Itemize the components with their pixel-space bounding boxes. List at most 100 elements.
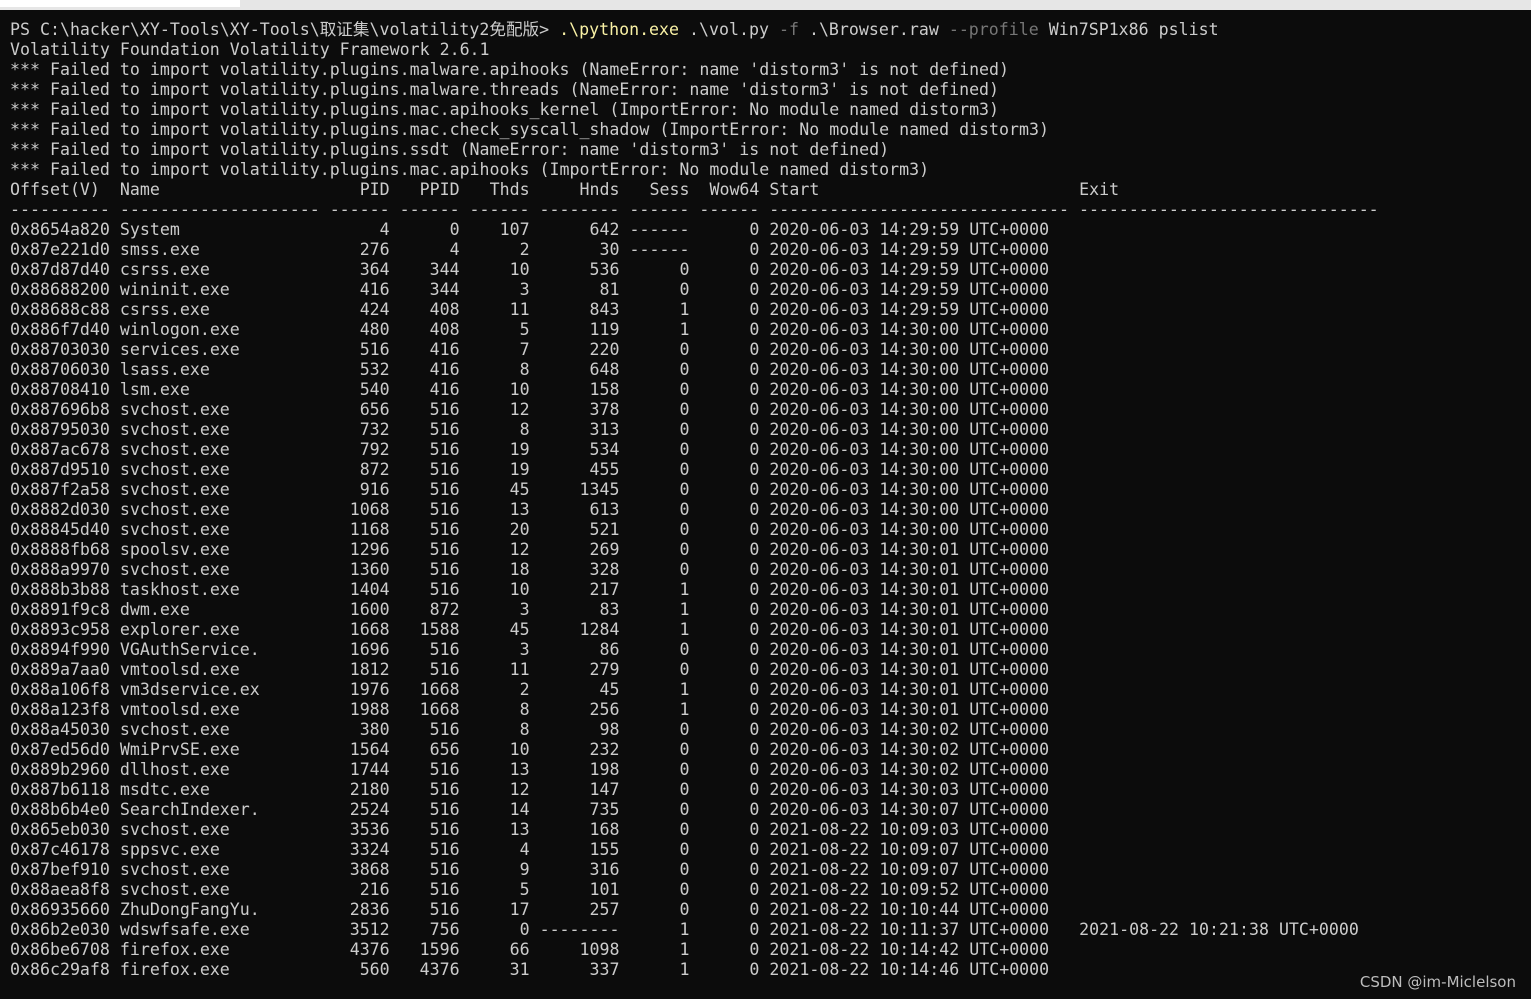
cell-pid: 480 bbox=[329, 320, 390, 339]
cell-pid: 1812 bbox=[329, 660, 390, 679]
cell-name: wininit.exe bbox=[119, 280, 320, 299]
cell-hnds: 119 bbox=[539, 320, 620, 339]
command-token: --profile bbox=[948, 20, 1039, 39]
cell-ppid: 1596 bbox=[399, 940, 460, 959]
cell-start: 2020-06-03 14:30:01 UTC+0000 bbox=[769, 560, 1070, 579]
cell-offsetv: 0x87bef910 bbox=[10, 860, 110, 879]
cell-wow64: 0 bbox=[699, 420, 760, 439]
terminal-output: PS C:\hacker\XY-Tools\XY-Tools\取证集\volat… bbox=[10, 20, 1379, 980]
cell-exit bbox=[1079, 380, 1379, 399]
table-row: 0x8893c958 explorer.exe 1668 1588 45 128… bbox=[10, 620, 1379, 640]
cell-sess: 0 bbox=[629, 280, 690, 299]
cell-thds: 7 bbox=[469, 340, 530, 359]
cell-name: VGAuthService. bbox=[119, 640, 320, 659]
cell-start: 2020-06-03 14:30:00 UTC+0000 bbox=[769, 340, 1070, 359]
cell-hnds: 147 bbox=[539, 780, 620, 799]
cell-name: wdswfsafe.exe bbox=[119, 920, 320, 939]
cell-exit bbox=[1079, 680, 1379, 699]
cell-wow64: 0 bbox=[699, 500, 760, 519]
cell-offsetv: 0x8888fb68 bbox=[10, 540, 110, 559]
cell-start: 2021-08-22 10:10:44 UTC+0000 bbox=[769, 900, 1070, 919]
cell-hnds: 279 bbox=[539, 660, 620, 679]
cell-thds: 14 bbox=[469, 800, 530, 819]
cell-sess: 0 bbox=[629, 560, 690, 579]
cell-name: taskhost.exe bbox=[119, 580, 320, 599]
cell-ppid: 0 bbox=[399, 220, 460, 239]
cell-offsetv: 0x88a123f8 bbox=[10, 700, 110, 719]
cell-hnds: 378 bbox=[539, 400, 620, 419]
cell-ppid: 516 bbox=[399, 840, 460, 859]
cell-wow64: 0 bbox=[699, 780, 760, 799]
cell-ppid: 756 bbox=[399, 920, 460, 939]
cell-wow64: 0 bbox=[699, 700, 760, 719]
column-header: Thds bbox=[469, 180, 530, 199]
cell-name: WmiPrvSE.exe bbox=[119, 740, 320, 759]
cell-ppid: 516 bbox=[399, 860, 460, 879]
cell-start: 2021-08-22 10:09:52 UTC+0000 bbox=[769, 880, 1070, 899]
cell-name: svchost.exe bbox=[119, 500, 320, 519]
cell-wow64: 0 bbox=[699, 600, 760, 619]
cell-hnds: 83 bbox=[539, 600, 620, 619]
cell-thds: 12 bbox=[469, 540, 530, 559]
cell-start: 2020-06-03 14:29:59 UTC+0000 bbox=[769, 240, 1070, 259]
cell-start: 2020-06-03 14:29:59 UTC+0000 bbox=[769, 300, 1070, 319]
cell-thds: 45 bbox=[469, 480, 530, 499]
cell-name: vm3dservice.ex bbox=[119, 680, 320, 699]
cell-offsetv: 0x8654a820 bbox=[10, 220, 110, 239]
cell-start: 2021-08-22 10:09:07 UTC+0000 bbox=[769, 840, 1070, 859]
cell-hnds: 613 bbox=[539, 500, 620, 519]
cell-offsetv: 0x88795030 bbox=[10, 420, 110, 439]
cell-offsetv: 0x88a106f8 bbox=[10, 680, 110, 699]
cell-thds: 8 bbox=[469, 720, 530, 739]
prompt: PS C:\hacker\XY-Tools\XY-Tools\取证集\volat… bbox=[10, 20, 550, 39]
table-row: 0x86be6708 firefox.exe 4376 1596 66 1098… bbox=[10, 940, 1379, 960]
cell-wow64: 0 bbox=[699, 820, 760, 839]
error-line: *** Failed to import volatility.plugins.… bbox=[10, 120, 1049, 139]
cell-offsetv: 0x86935660 bbox=[10, 900, 110, 919]
cell-thds: 13 bbox=[469, 820, 530, 839]
cell-name: svchost.exe bbox=[119, 420, 320, 439]
cell-pid: 1988 bbox=[329, 700, 390, 719]
watermark: CSDN @im-Miclelson bbox=[1359, 973, 1516, 991]
cell-offsetv: 0x887696b8 bbox=[10, 400, 110, 419]
error-line: *** Failed to import volatility.plugins.… bbox=[10, 140, 890, 159]
cell-name: svchost.exe bbox=[119, 400, 320, 419]
cell-offsetv: 0x87d87d40 bbox=[10, 260, 110, 279]
cell-pid: 416 bbox=[329, 280, 390, 299]
cell-ppid: 416 bbox=[399, 340, 460, 359]
table-row: 0x86b2e030 wdswfsafe.exe 3512 756 0 ----… bbox=[10, 920, 1379, 940]
cell-name: lsass.exe bbox=[119, 360, 320, 379]
cell-start: 2020-06-03 14:30:00 UTC+0000 bbox=[769, 380, 1070, 399]
cell-wow64: 0 bbox=[699, 220, 760, 239]
cell-wow64: 0 bbox=[699, 260, 760, 279]
scrollbar-thumb[interactable] bbox=[0, 0, 240, 7]
cell-hnds: 217 bbox=[539, 580, 620, 599]
cell-sess: 0 bbox=[629, 440, 690, 459]
cell-exit bbox=[1079, 220, 1379, 239]
cell-start: 2020-06-03 14:29:59 UTC+0000 bbox=[769, 220, 1070, 239]
cell-pid: 1360 bbox=[329, 560, 390, 579]
cell-thds: 10 bbox=[469, 380, 530, 399]
cell-thds: 3 bbox=[469, 640, 530, 659]
cell-offsetv: 0x865eb030 bbox=[10, 820, 110, 839]
table-row: 0x87c46178 sppsvc.exe 3324 516 4 155 0 0… bbox=[10, 840, 1379, 860]
cell-pid: 1600 bbox=[329, 600, 390, 619]
cell-start: 2020-06-03 14:30:00 UTC+0000 bbox=[769, 400, 1070, 419]
terminal-window[interactable]: PS C:\hacker\XY-Tools\XY-Tools\取证集\volat… bbox=[0, 0, 1531, 999]
cell-name: winlogon.exe bbox=[119, 320, 320, 339]
column-header: Wow64 bbox=[699, 180, 760, 199]
table-row: 0x887ac678 svchost.exe 792 516 19 534 0 … bbox=[10, 440, 1379, 460]
cell-offsetv: 0x8894f990 bbox=[10, 640, 110, 659]
cell-thds: 8 bbox=[469, 420, 530, 439]
cell-thds: 3 bbox=[469, 600, 530, 619]
cell-thds: 17 bbox=[469, 900, 530, 919]
horizontal-scrollbar[interactable] bbox=[0, 0, 1531, 10]
cell-sess: 0 bbox=[629, 800, 690, 819]
cell-sess: 0 bbox=[629, 400, 690, 419]
cell-thds: 13 bbox=[469, 760, 530, 779]
cell-sess: 0 bbox=[629, 640, 690, 659]
cell-name: dllhost.exe bbox=[119, 760, 320, 779]
cell-exit bbox=[1079, 360, 1379, 379]
cell-start: 2020-06-03 14:30:01 UTC+0000 bbox=[769, 620, 1070, 639]
cell-ppid: 656 bbox=[399, 740, 460, 759]
